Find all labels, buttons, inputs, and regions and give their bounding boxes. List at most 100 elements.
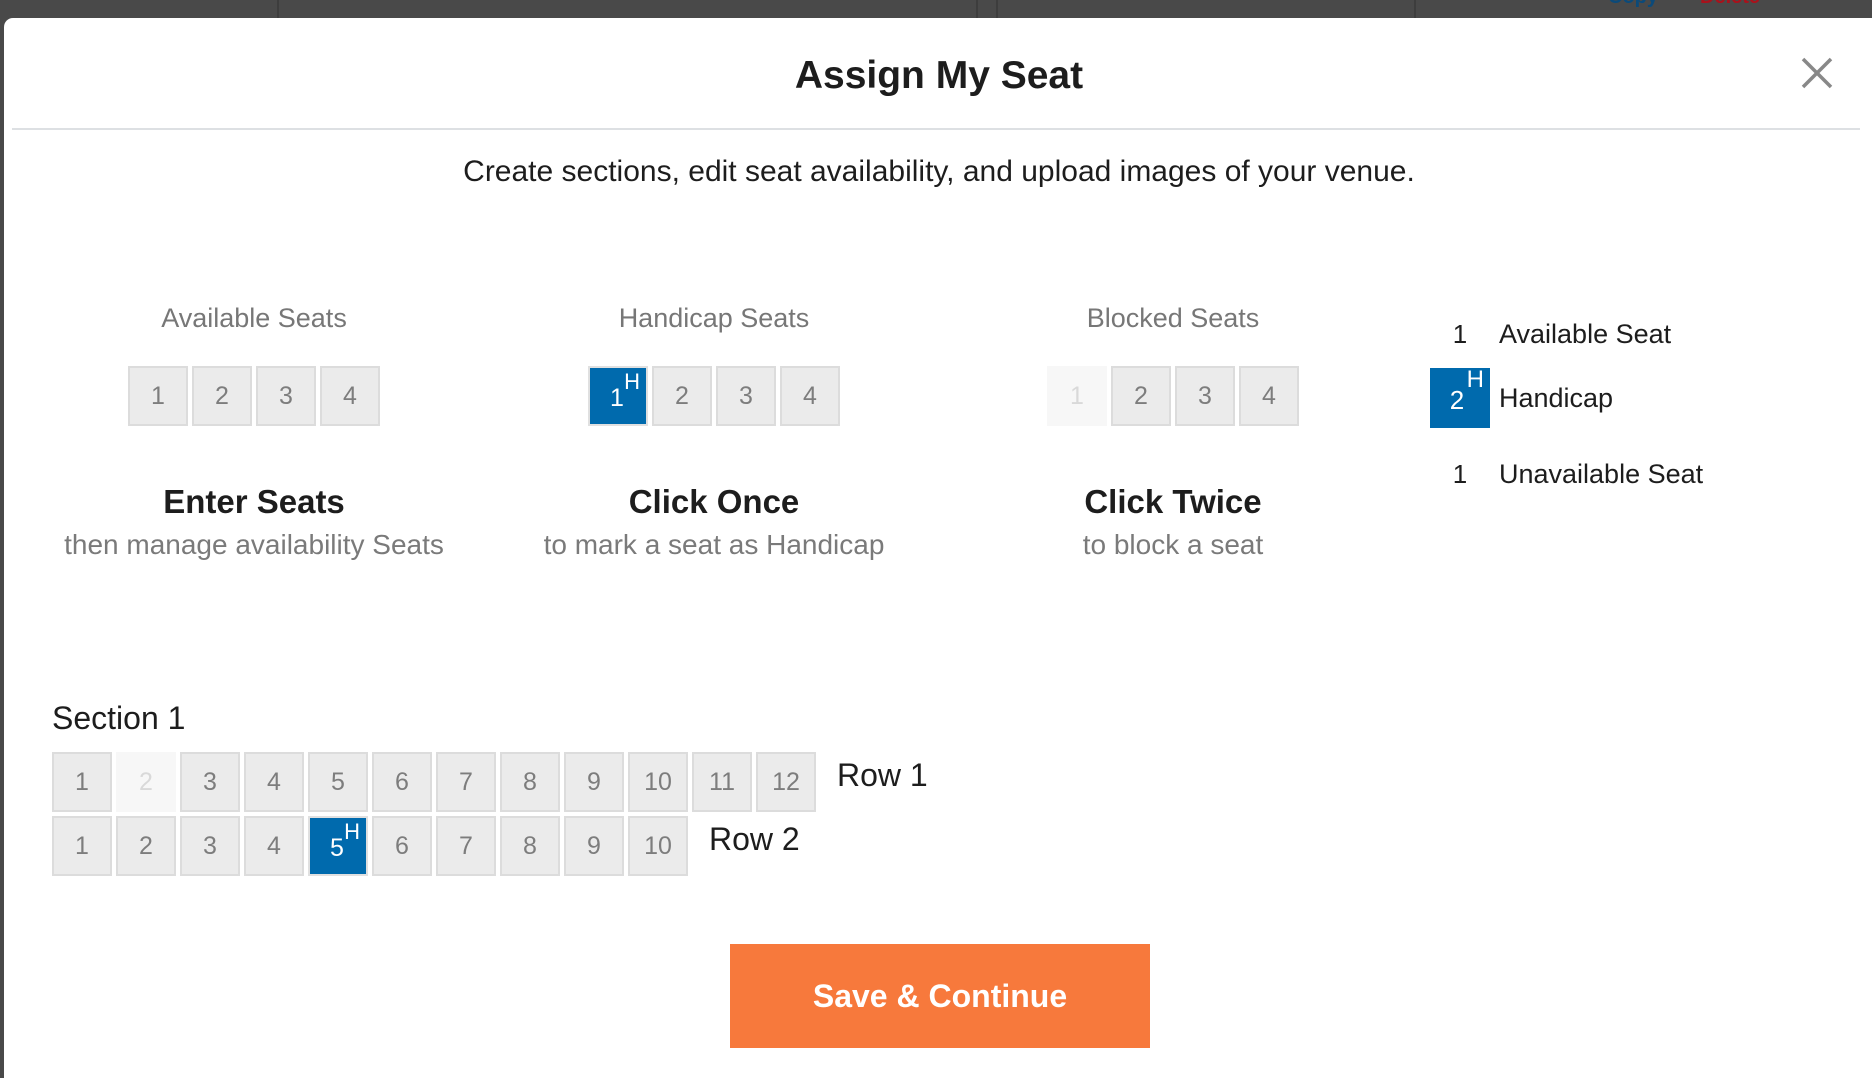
seat-number: 1	[1070, 381, 1084, 410]
demo-seat-available[interactable]: 4	[780, 366, 840, 426]
assign-seat-modal: Assign My Seat Create sections, edit sea…	[4, 18, 1872, 1078]
seat-number: 3	[279, 381, 293, 410]
seat-number: 3	[739, 381, 753, 410]
modal-title: Assign My Seat	[794, 54, 1084, 97]
legend-item-handicap: 2 H Handicap	[1430, 366, 1614, 428]
section-seat-available[interactable]: 11	[692, 752, 752, 812]
demo-description: to block a seat	[1082, 529, 1264, 560]
section-seat-available[interactable]: 3	[180, 816, 240, 876]
section-seat-available[interactable]: 9	[564, 816, 624, 876]
section-seat-available[interactable]: 7	[436, 816, 496, 876]
demo-title: Available Seats	[161, 303, 347, 333]
section-seat-blocked[interactable]: 2	[116, 752, 176, 812]
section-row: 1 2 3 4 5 H 6 7 8 9 10 Row 2	[52, 816, 800, 876]
seat-number: 8	[523, 831, 537, 860]
demo-seat-available[interactable]: 3	[716, 366, 776, 426]
save-continue-button[interactable]: Save & Continue	[730, 944, 1150, 1048]
demo-seat-available[interactable]: 2	[652, 366, 712, 426]
close-icon	[1801, 57, 1833, 89]
section-seat-available[interactable]: 1	[52, 816, 112, 876]
demo-seat-available[interactable]: 4	[320, 366, 380, 426]
demo-seat-available[interactable]: 3	[256, 366, 316, 426]
background-divider	[1414, 0, 1416, 18]
demo-title: Handicap Seats	[618, 303, 810, 333]
section-seat-available[interactable]: 9	[564, 752, 624, 812]
legend-key-number: 1	[1452, 318, 1468, 349]
seat-number: 7	[459, 831, 473, 860]
seat-number: 6	[395, 831, 409, 860]
section-seat-available[interactable]: 7	[436, 752, 496, 812]
legend-key: 1	[1430, 444, 1490, 504]
demo-heading: Click Twice	[1084, 483, 1262, 520]
background-delete-link[interactable]: Delete	[1700, 0, 1760, 9]
demo-heading: Enter Seats	[163, 483, 345, 520]
demo-seat-handicap[interactable]: 1H	[588, 366, 648, 426]
legend-key-number: 2	[1449, 384, 1465, 415]
legend-label: Handicap	[1499, 382, 1614, 413]
row-label: Row 1	[837, 757, 928, 793]
seat-number: 4	[343, 381, 357, 410]
legend-label: Unavailable Seat	[1499, 458, 1704, 489]
demo-seat-available[interactable]: 1	[128, 366, 188, 426]
demo-seat-available[interactable]: 4	[1239, 366, 1299, 426]
seat-number: 3	[203, 831, 217, 860]
seat-number: 2	[1134, 381, 1148, 410]
seat-number: 9	[587, 831, 601, 860]
section-seat-handicap[interactable]: 5H	[308, 816, 368, 876]
seat-number: 4	[803, 381, 817, 410]
legend-item-available: 1 Available Seat	[1430, 304, 1671, 364]
section-seat-available[interactable]: 4	[244, 816, 304, 876]
seat-number: 4	[1262, 381, 1276, 410]
demo-seat-available[interactable]: 3	[1175, 366, 1235, 426]
section-title: Section 1	[52, 700, 186, 736]
handicap-marker: H	[1466, 366, 1484, 393]
section-seat-available[interactable]: 2	[116, 816, 176, 876]
handicap-marker: H	[624, 369, 640, 394]
demo-column-available-seats: Available Seats 1 2 3 4 Enter Seats then manag…	[34, 298, 474, 561]
seat-number: 2	[215, 381, 229, 410]
demo-seat-blocked[interactable]: 1	[1047, 366, 1107, 426]
legend-item-unavailable: 1 Unavailable Seat	[1430, 444, 1703, 504]
section-seat-available[interactable]: 8	[500, 752, 560, 812]
demo-column-handicap-seats: Handicap Seats 1 H 2 3 4 Click Once to mark a s…	[494, 298, 934, 561]
seat-number: 2	[675, 381, 689, 410]
header-divider	[12, 128, 1860, 130]
section-seat-available[interactable]: 10	[628, 752, 688, 812]
seat-number: 1	[75, 767, 89, 796]
demo-seat-available[interactable]: 2	[1111, 366, 1171, 426]
legend-key: 2H	[1430, 366, 1490, 428]
section-seat-available[interactable]: 1	[52, 752, 112, 812]
background-divider	[277, 0, 279, 18]
section-seat-available[interactable]: 4	[244, 752, 304, 812]
seat-number: 4	[267, 767, 281, 796]
legend-key-number: 1	[1452, 458, 1468, 489]
seat-number: 1	[610, 383, 624, 412]
seat-number: 8	[523, 767, 537, 796]
legend-label: Available Seat	[1499, 318, 1672, 349]
seat-number: 5	[331, 767, 345, 796]
seat-number: 3	[1198, 381, 1212, 410]
demo-seat-available[interactable]: 2	[192, 366, 252, 426]
seat-number: 4	[267, 831, 281, 860]
seat-number: 10	[644, 767, 672, 796]
background-copy-link[interactable]: Copy	[1608, 0, 1658, 9]
row-label: Row 2	[709, 821, 800, 857]
demo-title: Blocked Seats	[1086, 303, 1260, 333]
section-seat-available[interactable]: 10	[628, 816, 688, 876]
demo-column-blocked-seats: Blocked Seats 1 2 3 4 Click Twice to block a s…	[953, 298, 1393, 561]
seat-number: 1	[151, 381, 165, 410]
close-button[interactable]	[1800, 56, 1834, 90]
section-row: 1 2 3 4 5 6 7 8 9 10 11 12 Row 1	[52, 752, 928, 812]
seat-number: 2	[139, 767, 153, 796]
section-seat-available[interactable]: 5	[308, 752, 368, 812]
section-seat-available[interactable]: 8	[500, 816, 560, 876]
legend-key: 1	[1430, 304, 1490, 364]
section-seat-available[interactable]: 3	[180, 752, 240, 812]
seat-number: 6	[395, 767, 409, 796]
section-seat-available[interactable]: 12	[756, 752, 816, 812]
section-seat-available[interactable]: 6	[372, 816, 432, 876]
seat-number: 10	[644, 831, 672, 860]
seat-number: 7	[459, 767, 473, 796]
demo-seat-row: 1 2 3 4	[34, 366, 474, 426]
section-seat-available[interactable]: 6	[372, 752, 432, 812]
